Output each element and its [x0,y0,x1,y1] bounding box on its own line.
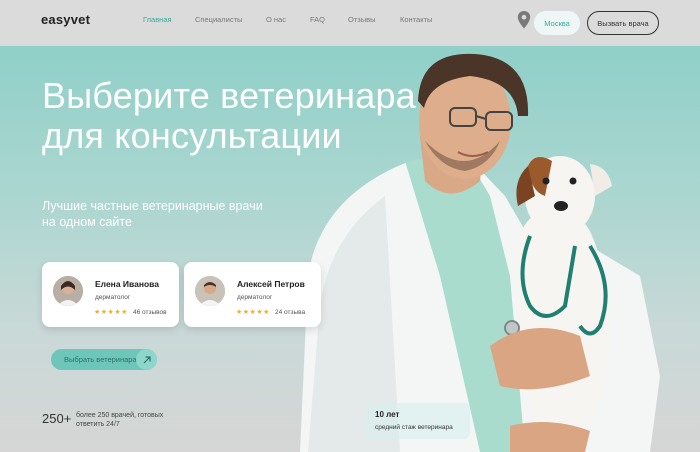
rating-stars: ★★★★★ [94,309,128,316]
doctors-count-caption: более 250 врачей, готовых ответить 24/7 [76,412,164,428]
choose-vet-button-label: Выбрать ветеринара [64,355,137,364]
doctor-card[interactable]: Алексей Петров дерматолог ★★★★★ 24 отзыв… [184,262,321,327]
avatar [195,276,225,306]
nav-item-home[interactable]: Главная [143,15,172,24]
nav-item-specialists[interactable]: Специалисты [195,15,242,24]
city-selector[interactable]: Москва [534,11,580,35]
review-count[interactable]: 24 отзыва [275,309,305,316]
experience-label: средний стаж ветеринара [375,424,453,431]
choose-vet-button[interactable]: Выбрать ветеринара [51,349,157,370]
nav-item-about[interactable]: О нас [266,15,286,24]
experience-badge: 10 лет средний стаж ветеринара [365,403,470,439]
doctor-specialty: дерматолог [95,294,131,301]
map-pin-icon[interactable] [517,11,531,29]
doctor-name: Елена Иванова [95,279,160,289]
rating-stars: ★★★★★ [236,309,270,316]
doctors-count: 250+ [42,411,72,426]
logo[interactable]: easyvet [41,12,90,27]
hero-title-line-1: Выберите ветеринара [42,75,416,116]
hero-title: Выберите ветеринара для консультации [42,76,416,156]
experience-years: 10 лет [375,410,400,419]
doctor-name: Алексей Петров [237,279,305,289]
doctor-specialty: дерматолог [237,294,273,301]
header: easyvet Главная Специалисты О нас FAQ От… [0,0,700,46]
avatar [53,276,83,306]
nav-item-reviews[interactable]: Отзывы [348,15,375,24]
nav-item-contacts[interactable]: Контакты [400,15,432,24]
hero-section: Выберите ветеринара для консультации Луч… [0,46,700,452]
hero-subtitle: Лучшие частные ветеринарные врачи на одн… [42,199,263,229]
nav-item-faq[interactable]: FAQ [310,15,325,24]
doctor-card[interactable]: Елена Иванова дерматолог ★★★★★ 46 отзыво… [42,262,179,327]
hero-title-line-2: для консультации [42,115,342,156]
call-doctor-button[interactable]: Вызвать врача [587,11,659,35]
review-count[interactable]: 46 отзывов [133,309,167,316]
arrow-up-right-icon [136,349,157,370]
